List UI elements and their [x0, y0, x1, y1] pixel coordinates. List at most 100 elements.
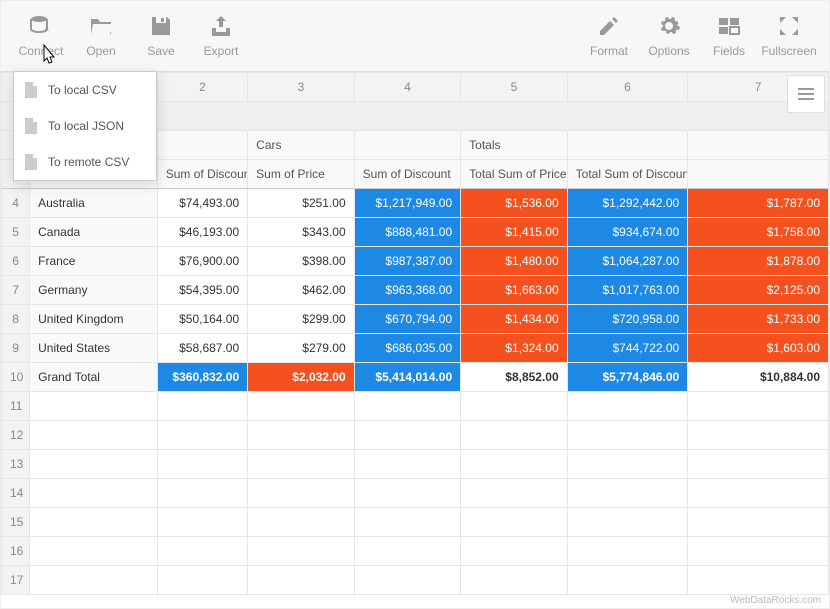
data-cell[interactable]: $1,878.00	[688, 247, 829, 276]
dropdown-label: To remote CSV	[48, 155, 129, 169]
total-cell: $2,032.00	[248, 363, 355, 392]
row-number: 14	[2, 479, 30, 508]
data-cell[interactable]: $1,217,949.00	[354, 189, 461, 218]
data-cell[interactable]: $76,900.00	[157, 247, 247, 276]
toolbar-label: Export	[204, 44, 239, 58]
data-cell[interactable]: $251.00	[248, 189, 355, 218]
dropdown-label: To local JSON	[48, 119, 124, 133]
data-cell[interactable]: $686,035.00	[354, 334, 461, 363]
data-cell[interactable]: $299.00	[248, 305, 355, 334]
column-number[interactable]: 3	[248, 73, 355, 102]
measure-header[interactable]: Sum of Discount	[354, 160, 461, 189]
row-label[interactable]: Germany	[30, 276, 158, 305]
row-number: 4	[2, 189, 30, 218]
data-cell[interactable]: $744,722.00	[567, 334, 688, 363]
row-number: 13	[2, 450, 30, 479]
fields-button[interactable]: Fields	[699, 1, 759, 71]
toolbar-label: Connect	[19, 44, 64, 58]
open-button[interactable]: Open	[71, 1, 131, 71]
data-cell[interactable]: $462.00	[248, 276, 355, 305]
data-cell[interactable]: $934,674.00	[567, 218, 688, 247]
format-button[interactable]: Format	[579, 1, 639, 71]
to-remote-csv[interactable]: To remote CSV	[14, 144, 156, 180]
measure-header[interactable]: Total Sum of Price	[461, 160, 568, 189]
group-header[interactable]: Cars	[248, 131, 355, 160]
row-number: 17	[2, 566, 30, 595]
data-cell[interactable]: $343.00	[248, 218, 355, 247]
menu-icon[interactable]	[787, 75, 825, 113]
data-cell[interactable]: $1,324.00	[461, 334, 568, 363]
column-number[interactable]: 2	[157, 73, 247, 102]
row-number: 16	[2, 537, 30, 566]
to-local-json[interactable]: To local JSON	[14, 108, 156, 144]
toolbar: Connect Open Save Export Format Options Field…	[1, 1, 829, 72]
data-cell[interactable]: $279.00	[248, 334, 355, 363]
data-cell[interactable]: $1,415.00	[461, 218, 568, 247]
toolbar-label: Fields	[713, 44, 745, 58]
data-cell[interactable]: $2,125.00	[688, 276, 829, 305]
data-cell[interactable]: $1,787.00	[688, 189, 829, 218]
connect-dropdown: To local CSV To local JSON To remote CSV	[13, 71, 157, 181]
data-cell[interactable]: $1,434.00	[461, 305, 568, 334]
data-cell[interactable]: $963,368.00	[354, 276, 461, 305]
data-cell[interactable]: $1,536.00	[461, 189, 568, 218]
total-cell: $8,852.00	[461, 363, 568, 392]
data-cell[interactable]: $1,663.00	[461, 276, 568, 305]
row-number: 15	[2, 508, 30, 537]
data-cell[interactable]: $1,480.00	[461, 247, 568, 276]
toolbar-label: Options	[648, 44, 689, 58]
row-label[interactable]: Australia	[30, 189, 158, 218]
file-icon	[22, 81, 40, 99]
row-label[interactable]: United States	[30, 334, 158, 363]
row-number: 6	[2, 247, 30, 276]
row-label[interactable]: Canada	[30, 218, 158, 247]
data-cell[interactable]: $50,164.00	[157, 305, 247, 334]
row-label[interactable]: United Kingdom	[30, 305, 158, 334]
branding-link[interactable]: WebDataRocks.com	[730, 595, 821, 606]
toolbar-label: Save	[147, 44, 174, 58]
to-local-csv[interactable]: To local CSV	[14, 72, 156, 108]
data-cell[interactable]: $398.00	[248, 247, 355, 276]
row-number: 11	[2, 392, 30, 421]
column-number[interactable]: 5	[461, 73, 568, 102]
file-icon	[22, 117, 40, 135]
data-cell[interactable]: $1,733.00	[688, 305, 829, 334]
export-button[interactable]: Export	[191, 1, 251, 71]
total-cell: $5,774,846.00	[567, 363, 688, 392]
measure-header[interactable]: Sum of Price	[248, 160, 355, 189]
data-cell[interactable]: $987,387.00	[354, 247, 461, 276]
total-cell: $10,884.00	[688, 363, 829, 392]
data-cell[interactable]: $670,794.00	[354, 305, 461, 334]
total-cell: $5,414,014.00	[354, 363, 461, 392]
data-cell[interactable]: $1,064,287.00	[567, 247, 688, 276]
data-cell[interactable]: $1,603.00	[688, 334, 829, 363]
options-button[interactable]: Options	[639, 1, 699, 71]
column-number[interactable]: 6	[567, 73, 688, 102]
measure-header[interactable]: Total Sum of Discount	[567, 160, 688, 189]
toolbar-label: Fullscreen	[761, 44, 816, 58]
toolbar-label: Format	[590, 44, 628, 58]
data-cell[interactable]: $54,395.00	[157, 276, 247, 305]
file-icon	[22, 153, 40, 171]
data-cell[interactable]: $888,481.00	[354, 218, 461, 247]
row-number: 7	[2, 276, 30, 305]
data-cell[interactable]: $1,017,763.00	[567, 276, 688, 305]
row-number: 12	[2, 421, 30, 450]
data-cell[interactable]: $720,958.00	[567, 305, 688, 334]
data-cell[interactable]: $1,758.00	[688, 218, 829, 247]
connect-button[interactable]: Connect	[11, 1, 71, 71]
column-number[interactable]: 4	[354, 73, 461, 102]
fullscreen-button[interactable]: Fullscreen	[759, 1, 819, 71]
measure-header[interactable]: Sum of Discount	[157, 160, 247, 189]
row-number: 8	[2, 305, 30, 334]
group-header: Totals	[461, 131, 568, 160]
row-label[interactable]: France	[30, 247, 158, 276]
data-cell[interactable]: $74,493.00	[157, 189, 247, 218]
save-button[interactable]: Save	[131, 1, 191, 71]
data-cell[interactable]: $58,687.00	[157, 334, 247, 363]
data-cell[interactable]: $1,292,442.00	[567, 189, 688, 218]
data-cell[interactable]: $46,193.00	[157, 218, 247, 247]
grand-total-label: Grand Total	[30, 363, 158, 392]
toolbar-label: Open	[86, 44, 115, 58]
row-number: 5	[2, 218, 30, 247]
